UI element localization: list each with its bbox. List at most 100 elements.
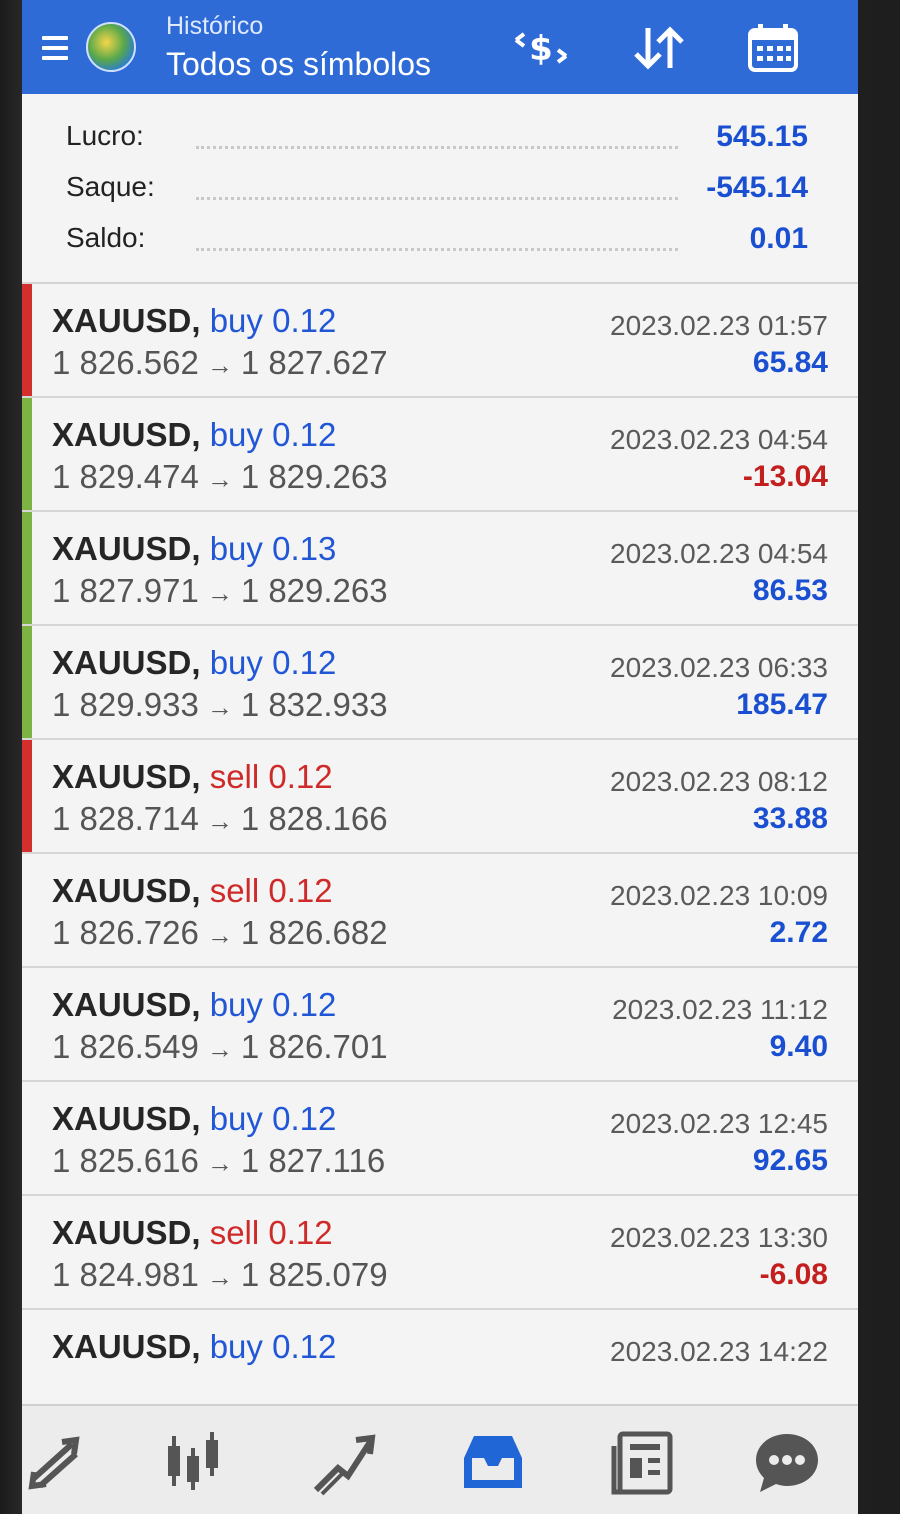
deal-time: 2023.02.23 04:54 (610, 538, 828, 569)
deal-symbol: XAUUSD, (52, 416, 201, 453)
deal-direction: buy (209, 302, 263, 339)
deal-row[interactable]: XAUUSD, sell 0.12 1 826.726 → 1 826.682 2023… (22, 854, 858, 968)
deal-direction: sell (209, 1214, 260, 1251)
deal-title: XAUUSD, sell 0.12 (52, 872, 333, 910)
deal-time: 2023.02.23 10:09 (610, 880, 828, 911)
deal-title: XAUUSD, buy 0.12 (52, 302, 336, 340)
deal-direction: sell (209, 872, 260, 909)
profit-row: Lucro: 545.15 (66, 120, 808, 160)
deal-volume: 0.12 (272, 644, 337, 681)
news-icon[interactable] (608, 1428, 678, 1498)
deal-row[interactable]: XAUUSD, sell 0.12 1 828.714 → 1 828.166 2023… (22, 740, 858, 854)
currency-exchange-icon[interactable]: $ (510, 22, 572, 74)
deal-prices: 1 828.714 → 1 828.166 (52, 800, 388, 838)
deal-open-price: 1 829.933 (52, 686, 199, 723)
app-logo[interactable] (86, 22, 136, 72)
deal-symbol: XAUUSD, (52, 986, 201, 1023)
deal-volume: 0.12 (268, 758, 333, 795)
page-title[interactable]: Todos os símbolos (166, 46, 431, 83)
deal-symbol: XAUUSD, (52, 872, 201, 909)
deal-color-stripe (22, 854, 32, 966)
deal-volume: 0.12 (268, 872, 333, 909)
arrow-right-icon: → (206, 1034, 233, 1064)
deal-row[interactable]: XAUUSD, buy 0.12 1 829.933 → 1 832.933 2023.… (22, 626, 858, 740)
deal-open-price: 1 826.562 (52, 344, 199, 381)
sort-icon[interactable] (628, 22, 690, 74)
deal-close-price: 1 828.166 (240, 800, 388, 837)
deal-time: 2023.02.23 04:54 (610, 424, 828, 455)
deal-title: XAUUSD, buy 0.12 (52, 986, 336, 1024)
deal-direction: buy (209, 1100, 263, 1137)
deal-list: XAUUSD, buy 0.12 1 826.562 → 1 827.627 2023.… (22, 284, 858, 1424)
deal-row[interactable]: XAUUSD, sell 0.12 1 824.981 → 1 825.079 2023… (22, 1196, 858, 1310)
deal-row[interactable]: XAUUSD, buy 0.12 1 825.616 → 1 827.116 2023.… (22, 1082, 858, 1196)
deal-profit: 86.53 (752, 574, 828, 607)
arrow-right-icon: → (206, 920, 233, 950)
deal-row[interactable]: XAUUSD, buy 0.12 1 829.474 → 1 829.263 2023.… (22, 398, 858, 512)
page-subtitle: Histórico (166, 12, 264, 40)
quotes-icon[interactable] (22, 1428, 92, 1498)
deal-direction: buy (209, 530, 263, 567)
deal-close-price: 1 826.682 (240, 914, 388, 951)
profit-value: 545.15 (716, 120, 808, 153)
deal-title: XAUUSD, buy 0.13 (52, 530, 336, 568)
deal-close-price: 1 825.079 (240, 1256, 388, 1293)
arrow-right-icon: → (206, 1262, 233, 1292)
deal-color-stripe (22, 1082, 32, 1194)
app-screen: Histórico Todos os símbolos $ Lucro: 545… (22, 0, 858, 1514)
trade-icon[interactable] (308, 1428, 378, 1498)
deal-color-stripe (22, 968, 32, 1080)
deal-symbol: XAUUSD, (52, 644, 201, 681)
deal-open-price: 1 827.971 (52, 572, 199, 609)
menu-icon[interactable] (42, 36, 68, 60)
arrow-right-icon: → (206, 464, 233, 494)
deal-direction: buy (209, 416, 263, 453)
chat-icon[interactable] (752, 1428, 822, 1498)
deal-close-price: 1 832.933 (240, 686, 388, 723)
deal-prices: 1 824.981 → 1 825.079 (52, 1256, 388, 1294)
deal-profit: 185.47 (736, 688, 828, 721)
deal-symbol: XAUUSD, (52, 1214, 201, 1251)
deal-close-price: 1 826.701 (240, 1028, 388, 1065)
withdrawal-label: Saque: (66, 171, 155, 202)
history-icon[interactable] (458, 1428, 528, 1498)
deal-row[interactable]: XAUUSD, buy 0.13 1 827.971 → 1 829.263 2023.… (22, 512, 858, 626)
deal-volume: 0.12 (272, 416, 337, 453)
deal-profit: 92.65 (752, 1144, 828, 1177)
deal-prices: 1 827.971 → 1 829.263 (52, 572, 388, 610)
dotted-leader (196, 197, 678, 200)
deal-symbol: XAUUSD, (52, 758, 201, 795)
deal-color-stripe (22, 1196, 32, 1308)
deal-direction: buy (209, 1328, 263, 1365)
profit-label: Lucro: (66, 120, 144, 151)
deal-time: 2023.02.23 13:30 (610, 1222, 828, 1253)
deal-time: 2023.02.23 14:22 (610, 1336, 828, 1367)
deal-title: XAUUSD, buy 0.12 (52, 1100, 336, 1138)
arrow-right-icon: → (206, 578, 233, 608)
chart-icon[interactable] (158, 1428, 228, 1498)
bottom-navigation (22, 1404, 858, 1514)
calendar-icon[interactable] (742, 22, 804, 74)
deal-direction: buy (209, 644, 263, 681)
deal-symbol: XAUUSD, (52, 1100, 201, 1137)
deal-color-stripe (22, 740, 32, 852)
deal-row[interactable]: XAUUSD, buy 0.12 1 826.549 → 1 826.701 2023.… (22, 968, 858, 1082)
deal-color-stripe (22, 512, 32, 624)
deal-open-price: 1 825.616 (52, 1142, 199, 1179)
deal-close-price: 1 829.263 (240, 458, 388, 495)
deal-title: XAUUSD, buy 0.12 (52, 644, 336, 682)
deal-symbol: XAUUSD, (52, 1328, 201, 1365)
deal-time: 2023.02.23 12:45 (610, 1108, 828, 1139)
deal-close-price: 1 827.116 (240, 1142, 386, 1179)
deal-symbol: XAUUSD, (52, 302, 201, 339)
deal-color-stripe (22, 284, 32, 396)
deal-profit: -6.08 (759, 1258, 828, 1291)
history-summary: Lucro: 545.15 Saque: -545.14 Saldo: 0.01 (22, 94, 858, 284)
deal-title: XAUUSD, buy 0.12 (52, 1328, 336, 1366)
deal-volume: 0.12 (272, 986, 337, 1023)
svg-text:$: $ (529, 29, 553, 69)
deal-profit: 2.72 (769, 916, 828, 949)
balance-label: Saldo: (66, 222, 146, 253)
deal-row[interactable]: XAUUSD, buy 0.12 1 826.562 → 1 827.627 2023.… (22, 284, 858, 398)
deal-time: 2023.02.23 11:12 (612, 994, 828, 1025)
